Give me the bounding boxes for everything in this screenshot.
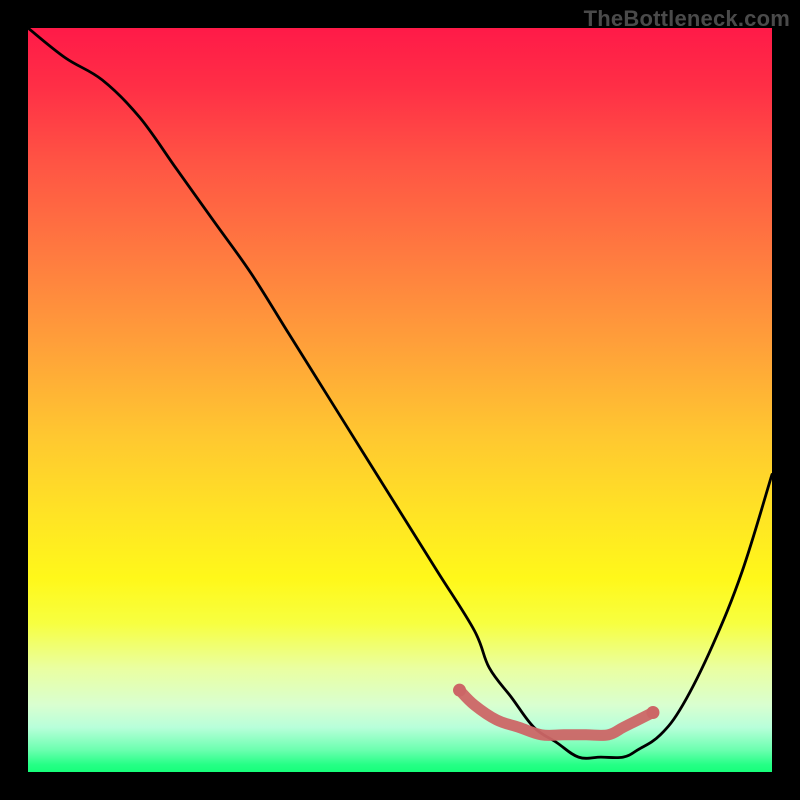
plot-area xyxy=(28,28,772,772)
highlight-band xyxy=(460,690,653,735)
watermark-text: TheBottleneck.com xyxy=(584,6,790,32)
highlight-endpoint xyxy=(646,706,659,719)
main-curve xyxy=(28,28,772,758)
chart-container: TheBottleneck.com xyxy=(0,0,800,800)
highlight-endpoint xyxy=(453,684,466,697)
curve-layer xyxy=(28,28,772,772)
